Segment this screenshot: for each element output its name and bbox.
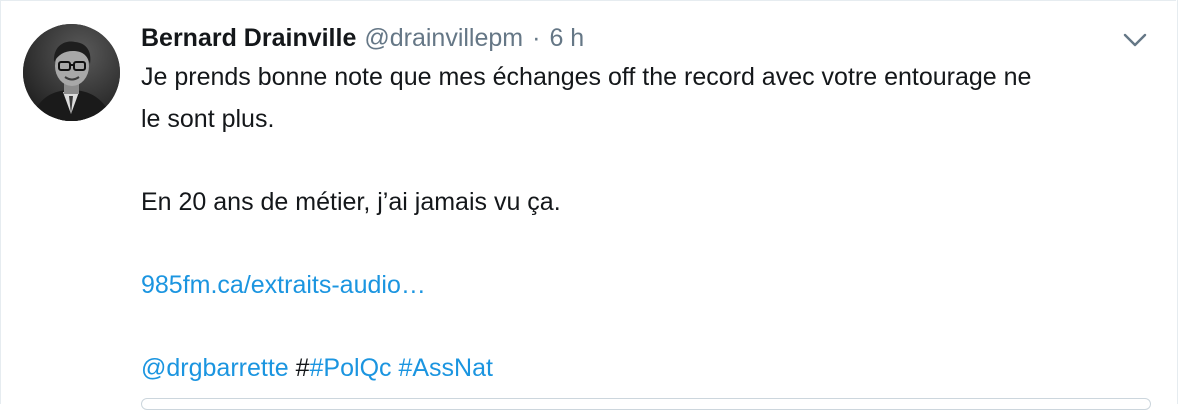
tweet-text-line: En 20 ans de métier, j’ai jamais vu ça. xyxy=(141,188,561,216)
user-handle[interactable]: @drainvillepm xyxy=(364,21,523,55)
link-line: 985fm.ca/extraits-audio… xyxy=(141,264,1151,306)
tags-line: @drgbarrette ##PolQc #AssNat xyxy=(141,347,1151,389)
avatar-photo-icon xyxy=(23,24,120,121)
mention-link[interactable]: @drgbarrette xyxy=(141,354,289,382)
hash-prefix: # xyxy=(295,354,310,382)
link-preview-card[interactable] xyxy=(141,398,1151,410)
display-name[interactable]: Bernard Drainville xyxy=(141,21,356,55)
chevron-down-icon[interactable] xyxy=(1120,28,1150,52)
tweet[interactable]: Bernard Drainville @drainvillepm · 6 h J… xyxy=(0,0,1178,410)
url-link[interactable]: 985fm.ca/extraits-audio… xyxy=(141,271,426,299)
tweet-header: Bernard Drainville @drainvillepm · 6 h xyxy=(141,21,584,55)
header-separator: · xyxy=(532,24,541,52)
tweet-timestamp[interactable]: 6 h xyxy=(549,21,584,55)
hashtag-link[interactable]: #PolQc xyxy=(310,354,392,382)
tweet-text-line: Je prends bonne note que mes échanges of… xyxy=(141,63,1032,91)
tweet-text-line: le sont plus. xyxy=(141,105,275,133)
tweet-top-border xyxy=(0,0,1176,1)
tweet-text: Je prends bonne note que mes échanges of… xyxy=(141,56,1151,389)
tweet-left-border xyxy=(0,0,1,404)
hashtag-link[interactable]: #AssNat xyxy=(398,354,492,382)
avatar[interactable] xyxy=(23,24,120,121)
